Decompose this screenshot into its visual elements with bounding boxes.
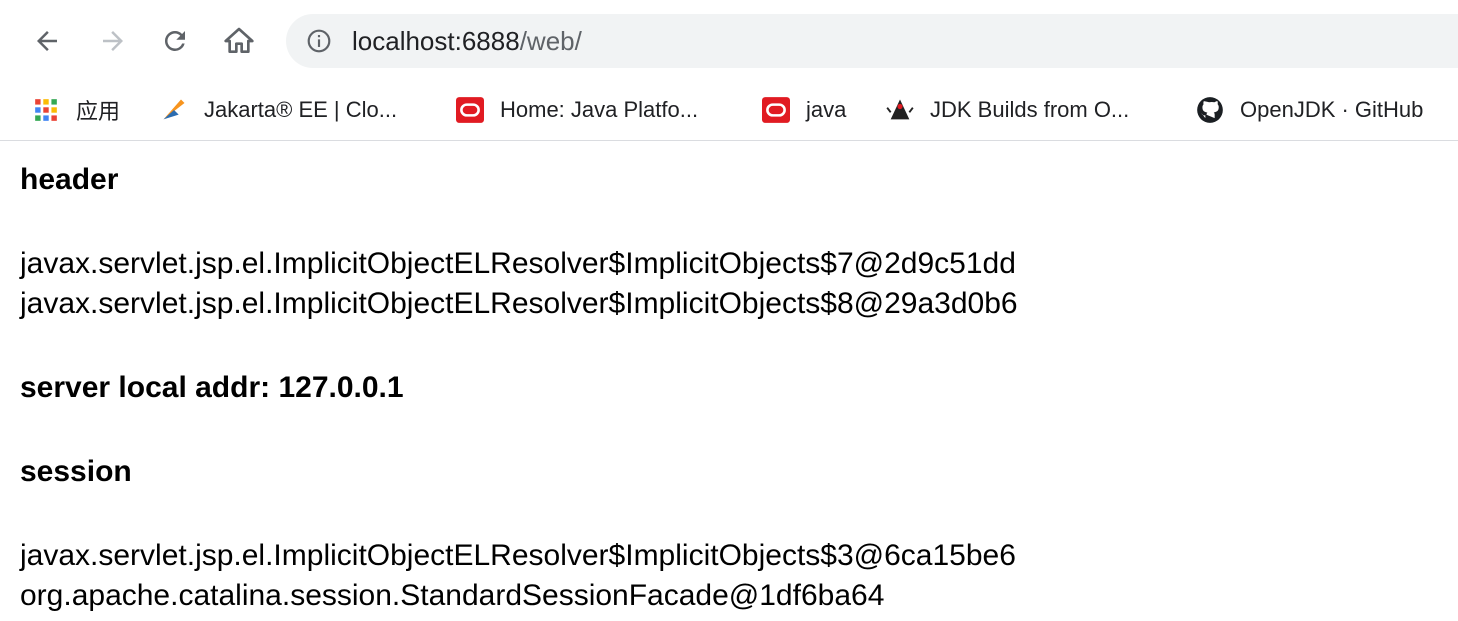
url-path: /web/: [519, 26, 582, 56]
header-values-object-line: javax.servlet.jsp.el.ImplicitObjectELRes…: [20, 287, 1018, 320]
header-object-line: javax.servlet.jsp.el.ImplicitObjectELRes…: [20, 247, 1016, 280]
url-text[interactable]: localhost:6888/web/: [352, 26, 582, 57]
bookmark-openjdk-github[interactable]: OpenJDK · GitHub: [1196, 92, 1423, 128]
reload-icon: [164, 30, 185, 51]
bookmark-label: Home: Java Platfo...: [500, 97, 699, 122]
home-icon: [224, 27, 254, 53]
home-button[interactable]: [220, 22, 258, 60]
bookmark-label: OpenJDK · GitHub: [1240, 97, 1424, 122]
session-facade-line: org.apache.catalina.session.StandardSess…: [20, 579, 885, 612]
apps-grid-icon: [32, 96, 60, 124]
bookmark-apps[interactable]: 应用: [32, 92, 120, 128]
reload-button[interactable]: [156, 22, 194, 60]
bookmark-jdk-builds[interactable]: JDK Builds from O...: [886, 92, 1129, 128]
session-section-title: session: [20, 455, 132, 488]
page-content: header javax.servlet.jsp.el.ImplicitObje…: [20, 160, 1440, 616]
bookmark-label: Jakarta® EE | Clo...: [204, 97, 398, 122]
back-button[interactable]: [28, 22, 66, 60]
oracle-logo-icon: [762, 96, 790, 124]
bookmark-jakarta[interactable]: Jakarta® EE | Clo...: [160, 92, 397, 128]
bookmarks-bar: 应用 Jakarta® EE | Clo... Home: Java Platf…: [0, 82, 1458, 141]
bookmark-java-platform[interactable]: Home: Java Platfo...: [456, 92, 698, 128]
github-icon: [1196, 96, 1224, 124]
session-scope-object-line: javax.servlet.jsp.el.ImplicitObjectELRes…: [20, 539, 1016, 572]
duke-icon: [886, 96, 914, 124]
jakarta-logo-icon: [160, 96, 188, 124]
browser-toolbar: localhost:6888/web/: [0, 0, 1458, 82]
bookmark-label: 应用: [76, 99, 121, 124]
bookmark-java[interactable]: java: [762, 92, 846, 128]
server-addr-heading: server local addr: 127.0.0.1: [20, 371, 404, 404]
bookmark-label: java: [806, 97, 847, 122]
header-section-title: header: [20, 163, 119, 196]
info-icon[interactable]: [306, 28, 332, 59]
address-bar[interactable]: localhost:6888/web/: [286, 14, 1458, 68]
bookmark-label: JDK Builds from O...: [930, 97, 1130, 122]
url-host: localhost:6888: [352, 26, 520, 56]
forward-button[interactable]: [94, 22, 132, 60]
oracle-logo-icon: [456, 96, 484, 124]
arrow-left-icon: [37, 31, 57, 51]
arrow-right-icon: [103, 31, 123, 51]
